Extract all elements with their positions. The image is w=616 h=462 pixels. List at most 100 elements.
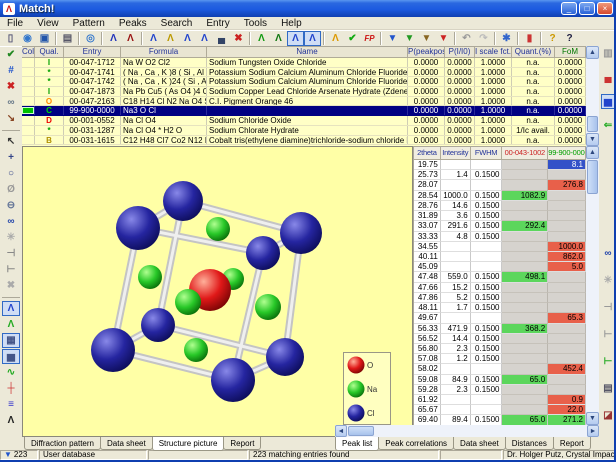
column-header-name[interactable]: Name (207, 47, 408, 58)
peak-cell[interactable] (502, 160, 548, 170)
peak-cell[interactable] (441, 313, 471, 323)
peak-cell[interactable]: 1082.9 (502, 191, 548, 201)
help-icon[interactable]: ? (544, 31, 561, 46)
peak-cell[interactable]: 28.07 (414, 180, 441, 190)
peak-cell[interactable] (441, 262, 471, 272)
star-icon[interactable]: ✳ (2, 230, 20, 245)
peak-cell[interactable] (502, 303, 548, 313)
peak-cell[interactable]: 559.0 (441, 272, 471, 282)
crystal-structure-canvas[interactable]: ONaCl (23, 147, 412, 436)
auto-peaks-icon[interactable]: Λ (270, 31, 287, 46)
peak-cell[interactable]: 291.6 (441, 221, 471, 231)
peak-row[interactable]: 40.11 862.0 (414, 252, 586, 262)
axes-icon[interactable]: ┼ (2, 381, 20, 396)
scroll-up-icon[interactable]: ▲ (586, 146, 599, 159)
filter-remove-icon[interactable]: ▼ (418, 31, 435, 46)
export-peaks-icon[interactable]: Λ (2, 413, 20, 428)
peak-cell[interactable]: 3.6 (441, 211, 471, 221)
minimize-button[interactable]: _ (561, 2, 577, 15)
peak-cell[interactable] (502, 283, 548, 293)
peak-cell[interactable]: 1000.0 (441, 191, 471, 201)
peak-cell[interactable]: 1.4 (441, 170, 471, 180)
peak-cell[interactable] (502, 313, 548, 323)
peak-cell[interactable] (441, 364, 471, 374)
battery-icon[interactable]: ▮ (521, 31, 538, 46)
filter-add-icon[interactable]: ▼ (401, 31, 418, 46)
peak-cell[interactable]: 271.2 (548, 415, 586, 425)
peak-cell[interactable] (548, 354, 586, 364)
peak-row[interactable]: 48.111.70.1500 (414, 303, 586, 313)
peak-cell[interactable]: 0.1500 (471, 272, 503, 282)
peak-fit-icon[interactable]: Λ (2, 301, 20, 316)
peak-cell[interactable] (471, 313, 503, 323)
scroll-left-icon[interactable]: ◄ (335, 425, 347, 437)
menu-entry[interactable]: Entry (199, 17, 236, 30)
peak-cell[interactable] (548, 375, 586, 385)
peak-cell[interactable] (548, 170, 586, 180)
menu-tools[interactable]: Tools (237, 17, 274, 30)
scroll-down-icon[interactable]: ▼ (586, 412, 599, 425)
peak-cell[interactable] (471, 405, 503, 415)
tab-structure-picture[interactable]: Structure picture (152, 437, 225, 451)
peak-cell[interactable]: 61.92 (414, 395, 441, 405)
peak-cell[interactable]: 40.11 (414, 252, 441, 262)
tab-distances[interactable]: Distances (505, 437, 554, 450)
tab-report[interactable]: Report (553, 437, 591, 450)
column-header-99-900-0000[interactable]: 99-900-0000 (548, 147, 586, 160)
peaks-fit-icon[interactable]: Λ (2, 317, 20, 332)
peak-cell[interactable] (441, 160, 471, 170)
filter-icon[interactable]: ▼ (384, 31, 401, 46)
edit-peaks-icon[interactable]: # (2, 63, 20, 78)
peak-cell[interactable] (548, 272, 586, 282)
pattern-red-icon[interactable]: Λ (122, 31, 139, 46)
peak-cell[interactable]: 0.1500 (471, 385, 503, 395)
peak-cell[interactable]: 25.73 (414, 170, 441, 180)
table-row[interactable]: D00-001-0552Na Cl O4Sodium Chloride Oxid… (22, 116, 586, 126)
menu-help[interactable]: Help (274, 17, 309, 30)
peak-box-icon[interactable]: Λ (287, 31, 304, 46)
peak-cell[interactable]: 1.7 (441, 303, 471, 313)
peak-cell[interactable]: 0.1500 (471, 232, 503, 242)
table-row[interactable]: B00-031-1615C12 H48 Cl7 Co2 N12 NaCobalt… (22, 136, 586, 146)
peak-row[interactable]: 59.282.30.1500 (414, 385, 586, 395)
peak-cell[interactable]: 276.8 (548, 180, 586, 190)
peak-cell[interactable]: 45.09 (414, 262, 441, 272)
menu-peaks[interactable]: Peaks (112, 17, 154, 30)
peak-row[interactable]: 59.0884.90.150065.0 (414, 375, 586, 385)
zoom-out-icon[interactable]: ⊖ (2, 198, 20, 213)
peak-cell[interactable]: 19.75 (414, 160, 441, 170)
peak-cell[interactable] (471, 180, 503, 190)
peak-cell[interactable] (548, 344, 586, 354)
column-header-color[interactable]: Color (22, 47, 35, 58)
scroll-thumb[interactable] (587, 160, 598, 194)
peak-cell[interactable] (548, 232, 586, 242)
peak-cell[interactable] (502, 344, 548, 354)
redo-icon[interactable]: ↷ (475, 31, 492, 46)
peak-cell[interactable]: 28.54 (414, 191, 441, 201)
menu-file[interactable]: File (0, 17, 30, 30)
scroll-thumb[interactable] (587, 116, 598, 132)
peak-row[interactable]: 34.551000.0 (414, 242, 586, 252)
peak-cell[interactable]: 0.1500 (471, 303, 503, 313)
peak-cell[interactable]: 65.0 (502, 415, 548, 425)
column-header-intensity[interactable]: Intensity (441, 147, 471, 160)
peak-row[interactable]: 33.07291.60.1500292.4 (414, 221, 586, 231)
peak-cell[interactable]: 471.9 (441, 324, 471, 334)
peak-cell[interactable] (548, 303, 586, 313)
peak-cell[interactable] (441, 180, 471, 190)
pointer-icon[interactable]: ↖ (2, 134, 20, 149)
peak-cell[interactable] (548, 334, 586, 344)
peak-cell[interactable] (441, 405, 471, 415)
link-peaks-icon[interactable]: ∞ (2, 95, 20, 110)
peak-cell[interactable] (548, 201, 586, 211)
find-icon[interactable]: ∞ (2, 214, 20, 229)
peak-outline-icon[interactable]: Λ (179, 31, 196, 46)
menu-search[interactable]: Search (154, 17, 200, 30)
peak-cell[interactable]: 862.0 (548, 252, 586, 262)
range-start-icon[interactable]: ⊣ (2, 246, 20, 261)
tab-data-sheet[interactable]: Data sheet (100, 437, 153, 450)
peak-cell[interactable]: 48.11 (414, 303, 441, 313)
peak-cell[interactable]: 59.28 (414, 385, 441, 395)
tab-data-sheet[interactable]: Data sheet (453, 437, 506, 450)
peak-row[interactable]: 49.6765.3 (414, 313, 586, 323)
